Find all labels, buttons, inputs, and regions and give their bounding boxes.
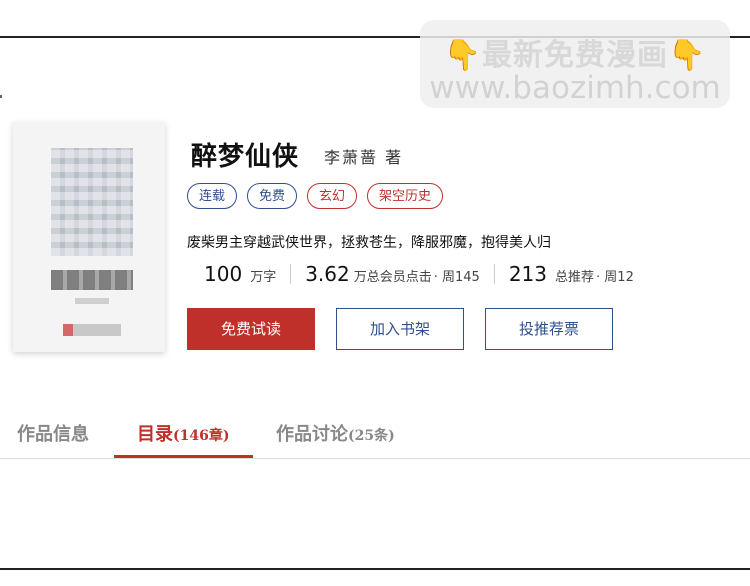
detail-tabs: 作品信息 目录(146章) 作品讨论(25条): [0, 412, 750, 459]
tag-subgenre[interactable]: 架空历史: [367, 183, 444, 209]
click-count: 3.62: [305, 262, 350, 286]
stats-divider: [290, 264, 292, 284]
tag-status[interactable]: 连载: [187, 183, 238, 209]
pointing-down-icon: 👇: [668, 38, 707, 73]
watermark: 👇最新免费漫画👇 www.baozimh.com: [420, 20, 730, 108]
tab-info[interactable]: 作品信息: [17, 420, 89, 446]
bottom-divider: [0, 568, 750, 570]
cover-publisher-logo: [63, 324, 121, 336]
book-cover[interactable]: [13, 122, 165, 352]
tag-genre[interactable]: 玄幻: [307, 183, 358, 209]
watermark-text: 最新免费漫画: [482, 38, 668, 73]
tag-free[interactable]: 免费: [247, 183, 298, 209]
tab-discussion-label: 作品讨论: [276, 424, 348, 445]
pointing-down-icon: 👇: [443, 38, 482, 73]
click-count-unit: 万总会员点击: [353, 270, 432, 285]
word-count-unit: 万字: [250, 270, 277, 285]
tab-discussion-count: (25条): [348, 428, 395, 444]
book-author: 李萧蔷 著: [324, 148, 404, 167]
tab-toc-count: (146章): [173, 428, 230, 444]
free-read-button[interactable]: 免费试读: [187, 308, 315, 350]
tab-toc-label: 目录: [137, 424, 173, 445]
book-title: 醉梦仙侠: [191, 142, 300, 172]
tabs-divider: [0, 458, 750, 459]
recommend-vote-button[interactable]: 投推荐票: [485, 308, 613, 350]
weekly-recommend: · 周12: [596, 270, 634, 285]
watermark-url: www.baozimh.com: [429, 70, 721, 106]
tab-discussion[interactable]: 作品讨论(25条): [276, 420, 395, 446]
edge-mark: [0, 95, 2, 98]
recommend-count-unit: 总推荐: [555, 270, 595, 285]
cover-artwork: [51, 148, 133, 256]
add-to-shelf-button[interactable]: 加入书架: [336, 308, 464, 350]
tab-info-label: 作品信息: [17, 424, 89, 445]
book-stats: 100 万字 3.62 万总会员点击 · 周145 213 总推荐 · 周12: [204, 262, 634, 286]
word-count: 100: [204, 262, 243, 286]
tag-list: 连载 免费 玄幻 架空历史: [187, 183, 444, 209]
recommend-count: 213: [508, 262, 548, 286]
stats-divider: [493, 264, 495, 284]
weekly-clicks: · 周145: [433, 270, 480, 285]
tab-toc[interactable]: 目录(146章): [137, 420, 229, 446]
cover-subtitle-blur: [75, 298, 109, 304]
book-intro: 废柴男主穿越武侠世界，拯救苍生，降服邪魔，抱得美人归: [187, 235, 551, 251]
watermark-headline: 👇最新免费漫画👇: [420, 30, 730, 74]
cover-title-blur: [51, 270, 133, 290]
